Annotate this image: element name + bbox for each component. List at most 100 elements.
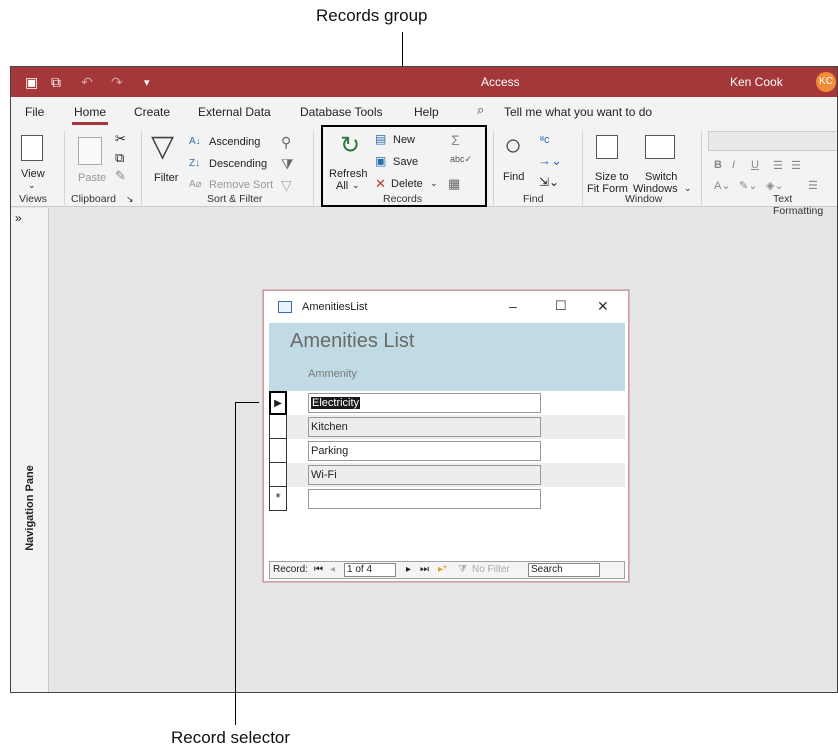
select-icon[interactable]: ⇲⌄ [539, 175, 559, 189]
fill-color-icon[interactable]: ◈⌄ [766, 179, 784, 192]
filter-icon[interactable]: ▽ [151, 129, 174, 164]
copy-icon[interactable]: ⧉ [115, 150, 124, 166]
record-selector[interactable] [269, 415, 287, 439]
more-records-icon[interactable]: ▦ [448, 176, 460, 192]
filter-button[interactable]: Filter [154, 172, 178, 184]
tell-me-field[interactable]: Tell me what you want to do [504, 105, 652, 119]
view-button[interactable]: View [21, 168, 45, 180]
tab-external-data[interactable]: External Data [198, 105, 271, 119]
app-title: Access [481, 75, 520, 89]
spelling-icon[interactable]: abc✓ [450, 154, 472, 165]
refresh-button[interactable]: Refresh [329, 168, 368, 180]
ascending-button[interactable]: Ascending [209, 136, 260, 148]
previous-record-icon[interactable]: ◂ [330, 564, 335, 575]
totals-icon[interactable]: Σ [451, 132, 460, 148]
indent-icon[interactable]: ☰ [773, 159, 783, 172]
sort-filter-group-label: Sort & Filter [207, 193, 263, 205]
amenity-field[interactable]: Electricity [308, 393, 541, 413]
maximize-icon[interactable]: ☐ [555, 298, 567, 314]
go-to-icon[interactable]: →⌄ [538, 153, 562, 169]
align-icon[interactable]: ☰ [808, 179, 818, 192]
tab-help[interactable]: Help [414, 105, 439, 119]
replace-icon[interactable]: ʶc [540, 134, 550, 146]
expand-nav-pane-icon[interactable]: » [15, 211, 22, 225]
form-view-icon[interactable]: ⧉ [51, 74, 61, 91]
view-dropdown-icon[interactable]: ⌄ [28, 180, 36, 191]
advanced-filter-icon[interactable]: ⧩ [281, 156, 294, 173]
highlight-icon[interactable]: ✎⌄ [739, 179, 757, 192]
table-row: ▶ Electricity [269, 391, 625, 415]
record-selector-callout: Record selector [171, 728, 291, 747]
clipboard-launcher-icon[interactable]: ↘ [126, 194, 134, 205]
underline-icon[interactable]: U [751, 159, 759, 171]
fit-form-button[interactable]: Fit Form [587, 183, 628, 195]
amenity-field[interactable]: Wi-Fi [308, 465, 541, 485]
view-icon[interactable] [21, 135, 43, 161]
refresh-all-button[interactable]: All [336, 180, 348, 192]
save-icon[interactable]: ▣ [25, 74, 38, 91]
redo-icon[interactable]: ↷ [111, 74, 123, 91]
paste-icon[interactable] [78, 137, 102, 165]
size-to-fit-icon[interactable] [596, 135, 618, 159]
delete-dropdown-icon[interactable]: ⌄ [430, 178, 438, 189]
switch-button[interactable]: Switch [645, 171, 677, 183]
save-record-icon: ▣ [375, 154, 387, 168]
size-to-button[interactable]: Size to [595, 171, 629, 183]
navigation-pane-label[interactable]: Navigation Pane [24, 465, 36, 551]
record-selector-leader-line [235, 402, 236, 725]
customize-toolbar-icon[interactable]: ▾ [144, 76, 150, 89]
italic-icon[interactable]: I [732, 159, 735, 171]
new-record-selector[interactable]: * [269, 487, 287, 511]
record-selector-current[interactable]: ▶ [269, 391, 287, 415]
undo-icon[interactable]: ↶ [81, 74, 93, 91]
no-filter-icon: ⧩ [458, 564, 467, 575]
avatar[interactable]: KC [816, 72, 836, 92]
new-record-nav-icon[interactable]: ▸* [438, 564, 447, 575]
find-icon[interactable]: ○ [504, 129, 522, 163]
toggle-filter-icon[interactable]: ▽ [281, 177, 292, 194]
first-record-icon[interactable]: ⏮ [314, 564, 323, 575]
windows-dropdown-icon[interactable]: ⌄ [684, 183, 692, 194]
tab-database-tools[interactable]: Database Tools [300, 105, 383, 119]
views-group-label: Views [19, 193, 47, 205]
last-record-icon[interactable]: ⏭ [420, 564, 429, 575]
switch-windows-icon[interactable] [645, 135, 675, 159]
paste-button[interactable]: Paste [78, 172, 106, 184]
cut-icon[interactable]: ✂ [115, 131, 126, 147]
save-record-button[interactable]: Save [393, 156, 418, 168]
find-group-label: Find [523, 193, 544, 205]
tab-home[interactable]: Home [71, 105, 109, 125]
navigation-pane[interactable]: » Navigation Pane [11, 208, 49, 692]
outdent-icon[interactable]: ☰ [791, 159, 801, 172]
minimize-icon[interactable]: – [509, 298, 517, 314]
record-label: Record: [273, 564, 309, 575]
search-field[interactable]: Search [528, 563, 600, 577]
amenity-field[interactable]: Parking [308, 441, 541, 461]
close-icon[interactable]: ✕ [597, 298, 609, 315]
descending-button[interactable]: Descending [209, 158, 267, 170]
window-group-label: Window [625, 193, 663, 205]
title-bar: ▣ ⧉ ↶ ↷ ▾ Access Ken Cook KC [11, 67, 837, 97]
next-record-icon[interactable]: ▸ [406, 564, 411, 575]
refresh-icon[interactable]: ↻ [340, 131, 360, 160]
remove-sort-button[interactable]: Remove Sort [209, 179, 273, 191]
ribbon: View ⌄ Views Paste ✂ ⧉ ✎ Clipboard ↘ ▽ F… [11, 125, 837, 217]
font-color-icon[interactable]: A⌄ [714, 179, 731, 192]
new-amenity-field[interactable] [308, 489, 541, 509]
selection-icon[interactable]: ⚲ [281, 134, 291, 151]
amenity-field[interactable]: Kitchen [308, 417, 541, 437]
record-selector[interactable] [269, 439, 287, 463]
bold-icon[interactable]: B [714, 159, 722, 171]
format-painter-icon[interactable]: ✎ [115, 168, 126, 184]
no-filter-button[interactable]: No Filter [472, 564, 510, 575]
font-name-dropdown[interactable] [708, 131, 837, 151]
record-selector[interactable] [269, 463, 287, 487]
text-formatting-group-label: Text Formatting [773, 193, 824, 217]
tab-create[interactable]: Create [134, 105, 170, 119]
find-button[interactable]: Find [503, 171, 524, 183]
new-record-button[interactable]: New [393, 134, 415, 146]
current-record-field[interactable]: 1 of 4 [344, 563, 396, 577]
refresh-dropdown-icon[interactable]: ⌄ [352, 180, 360, 191]
delete-button[interactable]: Delete [391, 178, 423, 190]
tab-file[interactable]: File [25, 105, 44, 119]
